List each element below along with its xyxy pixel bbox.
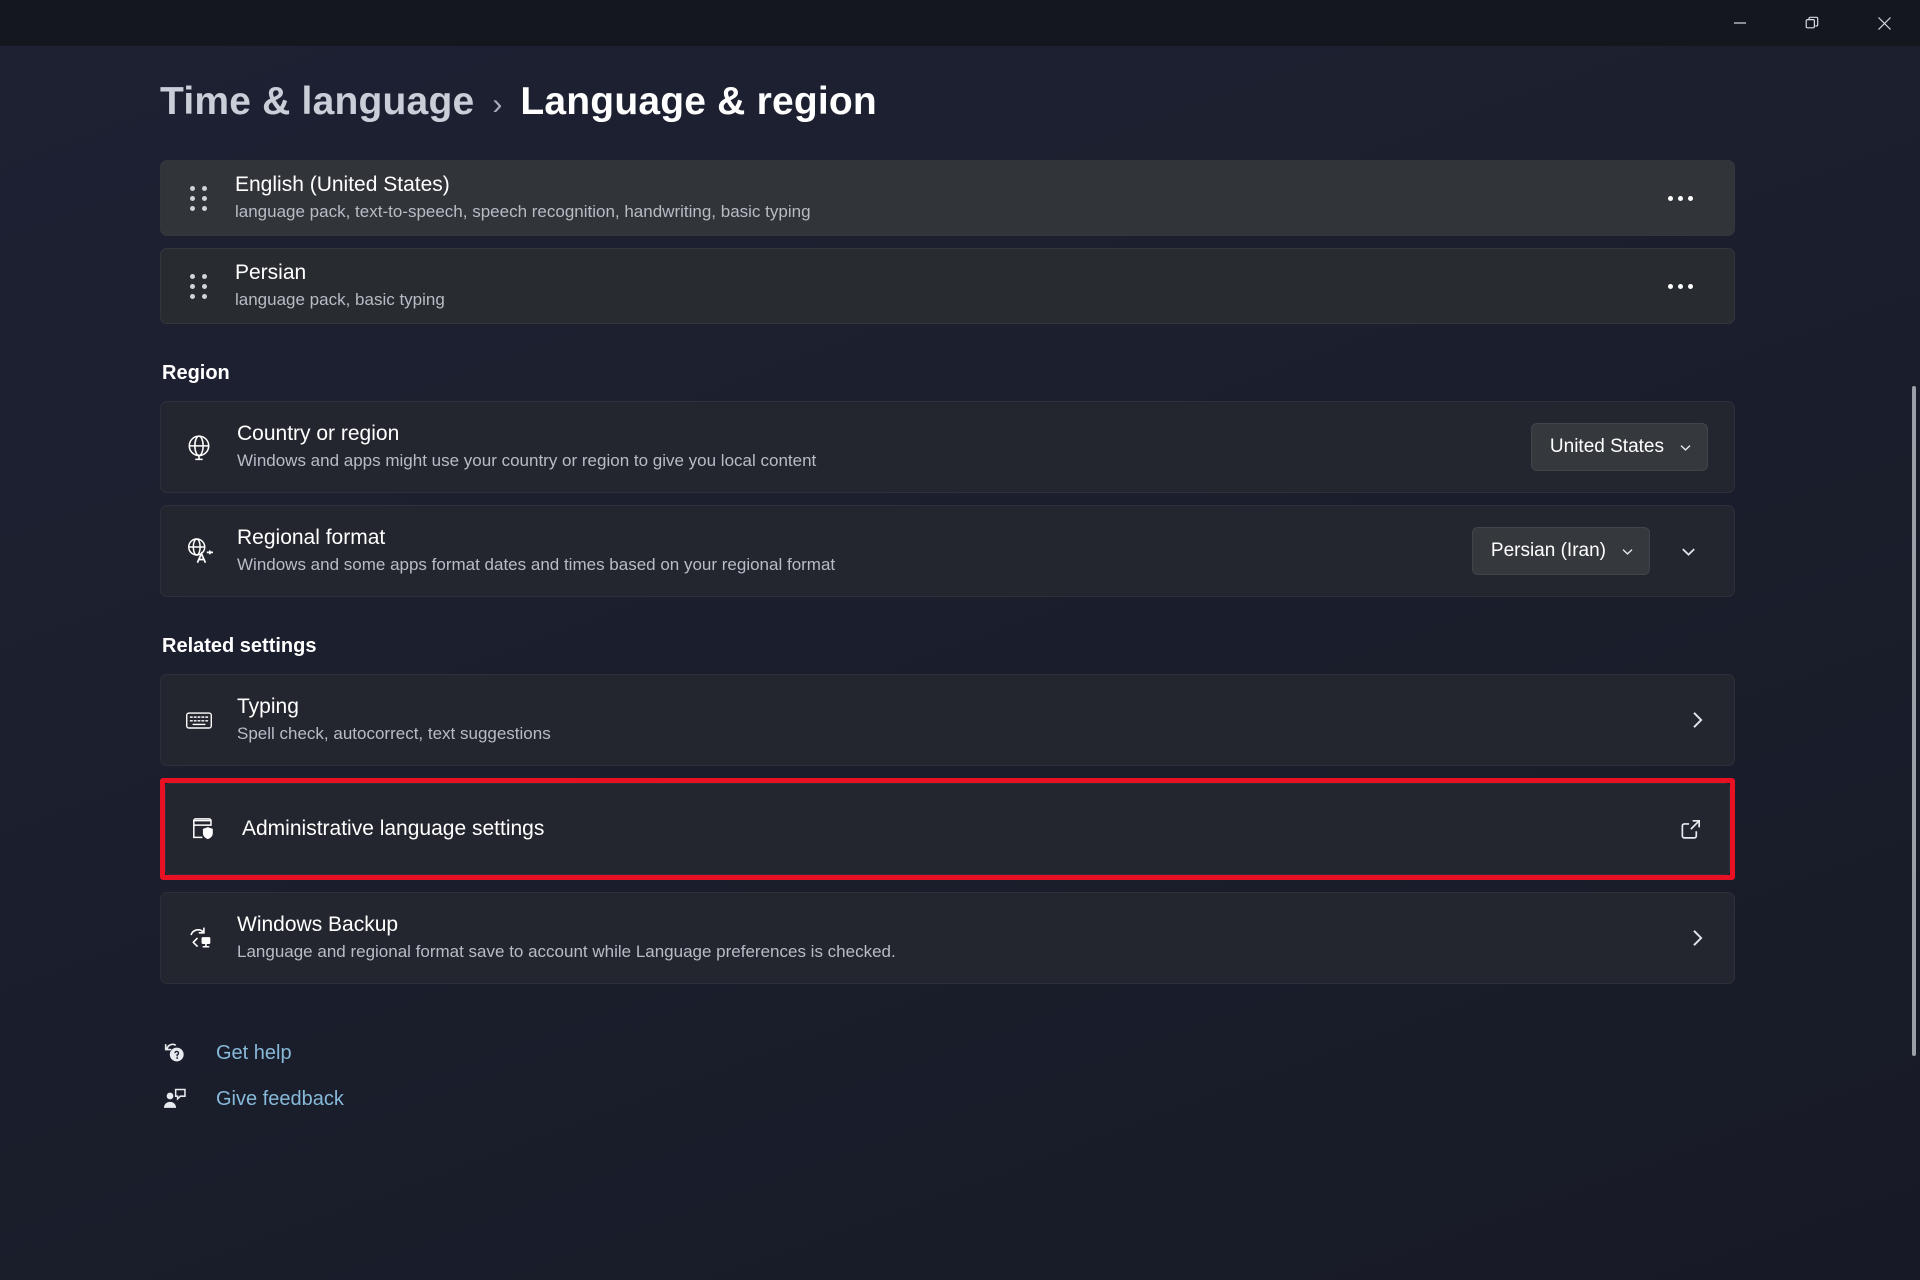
chevron-down-icon [1678,440,1693,455]
setting-row-typing[interactable]: Typing Spell check, autocorrect, text su… [160,674,1735,766]
footer-links: Get help Give feedback [160,1030,1735,1122]
get-help-link[interactable]: Get help [160,1030,1735,1076]
language-title: Persian [235,260,1652,286]
title-bar [0,0,1920,46]
minimize-button[interactable] [1704,0,1776,46]
scrollbar-thumb[interactable] [1912,386,1916,1056]
setting-title: Country or region [237,421,1531,447]
feedback-icon [160,1086,216,1112]
country-or-region-value: United States [1550,436,1664,458]
give-feedback-link[interactable]: Give feedback [160,1076,1735,1122]
setting-subtitle: Windows and apps might use your country … [237,450,1531,473]
regional-format-dropdown[interactable]: Persian (Iran) [1472,527,1650,575]
setting-title: Administrative language settings [242,816,1679,842]
language-subtitle: language pack, text-to-speech, speech re… [235,201,1652,224]
regional-format-expand-button[interactable] [1668,531,1708,571]
highlight-box-administrative-language-settings: Administrative language settings [160,778,1735,880]
settings-content: English (United States) language pack, t… [160,160,1735,1122]
help-icon [160,1040,216,1066]
language-text: English (United States) language pack, t… [235,172,1652,223]
setting-subtitle: Windows and some apps format dates and t… [237,554,1472,577]
setting-text: Regional format Windows and some apps fo… [237,525,1472,577]
setting-row-administrative-language-settings[interactable]: Administrative language settings [165,783,1730,875]
drag-handle-icon[interactable] [161,249,235,323]
admin-language-icon [166,784,242,874]
close-button[interactable] [1848,0,1920,46]
breadcrumb-separator-icon: › [492,88,502,122]
restore-button[interactable] [1776,0,1848,46]
page-title: Language & region [520,80,877,124]
regional-format-value: Persian (Iran) [1491,540,1606,562]
setting-text: Typing Spell check, autocorrect, text su… [237,694,1686,746]
setting-row-regional-format[interactable]: Regional format Windows and some apps fo… [160,505,1735,597]
globe-icon [161,402,237,492]
setting-text: Country or region Windows and apps might… [237,421,1531,473]
give-feedback-label: Give feedback [216,1088,344,1111]
chevron-right-icon [1686,927,1708,949]
setting-title: Typing [237,694,1686,720]
language-more-options-button[interactable] [1652,176,1708,220]
language-row-english[interactable]: English (United States) language pack, t… [160,160,1735,236]
setting-row-country-or-region[interactable]: Country or region Windows and apps might… [160,401,1735,493]
get-help-label: Get help [216,1042,292,1065]
settings-window: Time & language › Language & region Engl… [0,0,1920,1280]
setting-subtitle: Language and regional format save to acc… [237,941,1686,964]
globe-language-icon [161,506,237,596]
setting-row-windows-backup[interactable]: Windows Backup Language and regional for… [160,892,1735,984]
section-heading-related-settings: Related settings [162,635,1735,658]
setting-title: Regional format [237,525,1472,551]
chevron-right-icon [1686,709,1708,731]
setting-title: Windows Backup [237,912,1686,938]
chevron-down-icon [1620,544,1635,559]
country-or-region-dropdown[interactable]: United States [1531,423,1708,471]
windows-backup-icon [161,893,237,983]
language-subtitle: language pack, basic typing [235,289,1652,312]
keyboard-icon [161,675,237,765]
setting-text: Windows Backup Language and regional for… [237,912,1686,964]
breadcrumb-parent[interactable]: Time & language [160,80,474,124]
section-heading-region: Region [162,362,1735,385]
setting-subtitle: Spell check, autocorrect, text suggestio… [237,723,1686,746]
breadcrumb: Time & language › Language & region [160,80,877,124]
language-row-persian[interactable]: Persian language pack, basic typing [160,248,1735,324]
language-more-options-button[interactable] [1652,264,1708,308]
language-text: Persian language pack, basic typing [235,260,1652,311]
external-link-icon [1679,817,1703,841]
language-title: English (United States) [235,172,1652,198]
vertical-scrollbar[interactable] [1911,46,1917,1280]
drag-handle-icon[interactable] [161,161,235,235]
setting-text: Administrative language settings [242,816,1679,842]
